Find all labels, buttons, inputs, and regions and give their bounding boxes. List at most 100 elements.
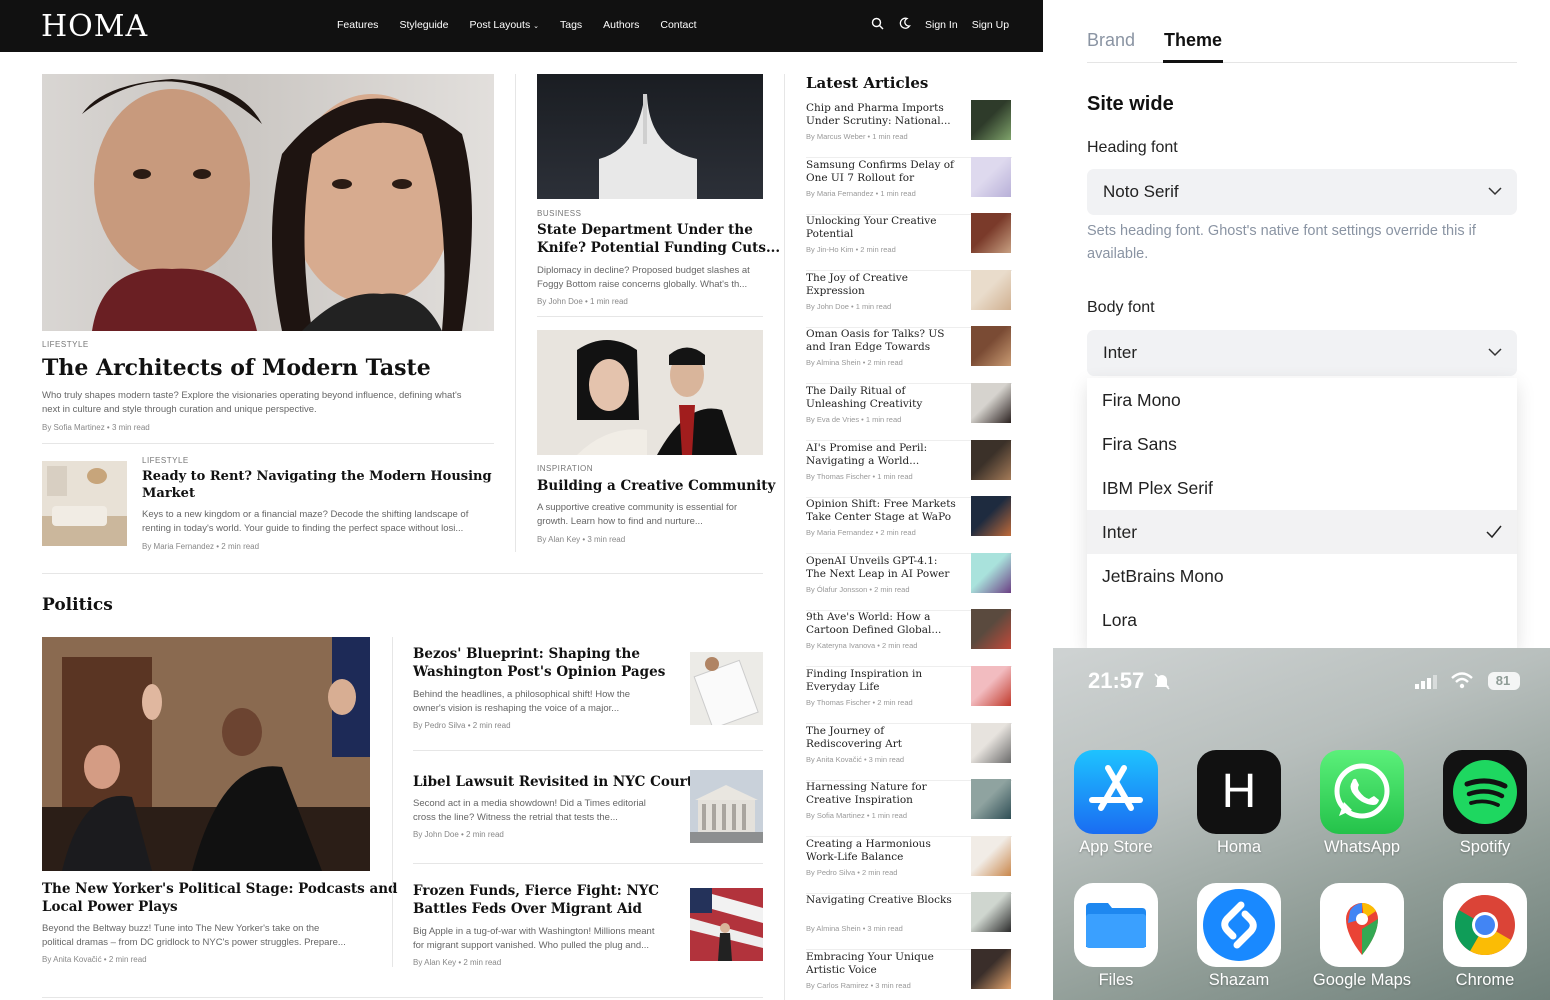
nav-features[interactable]: Features (337, 19, 378, 31)
latest-article-thumbnail[interactable] (971, 496, 1011, 537)
rent-image[interactable] (42, 461, 127, 546)
site-logo[interactable]: HOMA (41, 9, 148, 44)
latest-article-title[interactable]: Chip and Pharma Imports Under Scrutiny: … (806, 102, 956, 128)
latest-article-item[interactable]: 9th Ave's World: How a Cartoon Defined G… (806, 609, 1012, 668)
latest-article-item[interactable]: Embracing Your Unique Artistic Voice By C… (806, 949, 1012, 1000)
creative-image[interactable] (537, 330, 763, 455)
google-maps-icon[interactable] (1320, 883, 1404, 967)
latest-article-thumbnail[interactable] (971, 100, 1011, 140)
latest-article-title[interactable]: AI's Promise and Peril: Navigating a Wor… (806, 442, 956, 468)
hero-tag[interactable]: LIFESTYLE (42, 340, 89, 349)
tab-theme[interactable]: Theme (1164, 30, 1222, 51)
latest-article-thumbnail[interactable] (971, 326, 1011, 367)
latest-article-title[interactable]: OpenAI Unveils GPT-4.1: The Next Leap in… (806, 555, 956, 581)
state-tag[interactable]: BUSINESS (537, 209, 581, 218)
politics-item-title[interactable]: Battles Feds Over Migrant Aid (413, 901, 642, 917)
state-image[interactable] (537, 74, 763, 199)
latest-article-thumbnail[interactable] (971, 439, 1011, 480)
chrome-icon[interactable] (1443, 883, 1527, 967)
latest-article-thumbnail[interactable] (971, 213, 1011, 254)
sign-in-link[interactable]: Sign In (925, 19, 958, 31)
politics-feature-title-1[interactable]: The New Yorker's Political Stage: Podcas… (42, 881, 397, 897)
latest-article-item[interactable]: Harnessing Nature for Creative Inspirati… (806, 779, 1012, 838)
latest-article-item[interactable]: AI's Promise and Peril: Navigating a Wor… (806, 439, 1012, 498)
spotify-icon[interactable] (1443, 750, 1527, 834)
search-icon[interactable] (871, 17, 884, 33)
latest-article-title[interactable]: The Joy of Creative Expression (806, 272, 956, 298)
creative-title[interactable]: Building a Creative Community (537, 478, 775, 494)
font-option[interactable]: IBM Plex Serif (1087, 466, 1517, 510)
politics-feature-title-2[interactable]: Local Power Plays (42, 899, 178, 915)
state-title-2[interactable]: Knife? Potential Funding Cuts... (537, 240, 780, 256)
app-store-icon[interactable] (1074, 750, 1158, 834)
latest-article-item[interactable]: Chip and Pharma Imports Under Scrutiny: … (806, 100, 1012, 158)
homa-app-icon[interactable]: H (1197, 750, 1281, 834)
whatsapp-icon[interactable] (1320, 750, 1404, 834)
latest-article-title[interactable]: Opinion Shift: Free Markets Take Center … (806, 498, 956, 524)
politics-heading[interactable]: Politics (42, 595, 113, 615)
politics-item-image[interactable] (690, 652, 763, 725)
font-option-selected[interactable]: Inter (1087, 510, 1517, 554)
font-option[interactable]: Fira Sans (1087, 422, 1517, 466)
nav-contact[interactable]: Contact (660, 19, 696, 31)
nav-post-layouts[interactable]: Post Layouts ⌄ (469, 19, 539, 31)
latest-article-thumbnail[interactable] (971, 722, 1011, 763)
latest-article-thumbnail[interactable] (971, 156, 1011, 197)
politics-item-title[interactable]: Libel Lawsuit Revisited in NYC Court (413, 774, 693, 790)
latest-article-thumbnail[interactable] (971, 666, 1011, 706)
font-option[interactable]: JetBrains Mono (1087, 554, 1517, 598)
latest-article-item[interactable]: Opinion Shift: Free Markets Take Center … (806, 496, 1012, 555)
latest-article-title[interactable]: Unlocking Your Creative Potential (806, 215, 956, 241)
politics-item-title[interactable]: Bezos' Blueprint: Shaping the (413, 646, 640, 662)
latest-article-item[interactable]: Creating a Harmonious Work-Life Balance B… (806, 835, 1012, 894)
latest-article-title[interactable]: Oman Oasis for Talks? US and Iran Edge T… (806, 328, 956, 355)
latest-article-thumbnail[interactable] (971, 892, 1011, 933)
sign-up-link[interactable]: Sign Up (972, 19, 1009, 31)
latest-article-thumbnail[interactable] (971, 269, 1011, 310)
shazam-icon[interactable] (1197, 883, 1281, 967)
state-title-1[interactable]: State Department Under the (537, 222, 753, 238)
politics-item-title[interactable]: Frozen Funds, Fierce Fight: NYC (413, 883, 659, 899)
latest-article-thumbnail[interactable] (971, 609, 1011, 650)
latest-article-item[interactable]: Samsung Confirms Delay of One UI 7 Rollo… (806, 156, 1012, 215)
latest-article-thumbnail[interactable] (971, 779, 1011, 820)
latest-article-title[interactable]: The Journey of Rediscovering Art (806, 725, 956, 751)
creative-tag[interactable]: INSPIRATION (537, 464, 593, 473)
latest-article-thumbnail[interactable] (971, 383, 1011, 423)
nav-tags[interactable]: Tags (560, 19, 582, 31)
latest-article-thumbnail[interactable] (971, 835, 1011, 876)
nav-styleguide[interactable]: Styleguide (399, 19, 448, 31)
latest-article-title[interactable]: Navigating Creative Blocks (806, 894, 956, 907)
latest-article-title[interactable]: 9th Ave's World: How a Cartoon Defined G… (806, 611, 956, 637)
latest-article-item[interactable]: Navigating Creative Blocks By Almina Shei… (806, 892, 1012, 951)
latest-article-item[interactable]: The Journey of Rediscovering Art By Anita… (806, 722, 1012, 781)
politics-item-title[interactable]: Washington Post's Opinion Pages (413, 664, 665, 680)
latest-article-title[interactable]: Finding Inspiration in Everyday Life (806, 668, 956, 694)
politics-item-image[interactable] (690, 770, 763, 843)
latest-article-item[interactable]: Finding Inspiration in Everyday Life By T… (806, 666, 1012, 724)
latest-article-title[interactable]: Samsung Confirms Delay of One UI 7 Rollo… (806, 159, 956, 186)
latest-article-item[interactable]: Oman Oasis for Talks? US and Iran Edge T… (806, 326, 1012, 385)
latest-article-thumbnail[interactable] (971, 552, 1011, 593)
files-icon[interactable] (1074, 883, 1158, 967)
font-option[interactable]: Lora (1087, 598, 1517, 642)
politics-item-image[interactable] (690, 888, 763, 961)
moon-icon[interactable] (898, 17, 911, 33)
rent-tag[interactable]: LIFESTYLE (142, 456, 189, 465)
latest-article-item[interactable]: The Daily Ritual of Unleashing Creativit… (806, 383, 1012, 441)
latest-article-item[interactable]: The Joy of Creative Expression By John Do… (806, 269, 1012, 328)
rent-title-1[interactable]: Ready to Rent? Navigating the Modern Hou… (142, 469, 492, 484)
hero-title[interactable]: The Architects of Modern Taste (42, 355, 431, 381)
nav-authors[interactable]: Authors (603, 19, 639, 31)
latest-article-title[interactable]: The Daily Ritual of Unleashing Creativit… (806, 385, 956, 411)
font-option[interactable]: Fira Mono (1087, 378, 1517, 422)
latest-article-item[interactable]: Unlocking Your Creative Potential By Jin-… (806, 213, 1012, 272)
politics-feature-image[interactable] (42, 637, 370, 871)
body-font-select[interactable]: Inter (1087, 330, 1517, 376)
latest-article-item[interactable]: OpenAI Unveils GPT-4.1: The Next Leap in… (806, 552, 1012, 611)
latest-article-title[interactable]: Harnessing Nature for Creative Inspirati… (806, 781, 956, 807)
heading-font-select[interactable]: Noto Serif (1087, 169, 1517, 215)
tab-brand[interactable]: Brand (1087, 30, 1135, 51)
hero-image[interactable] (42, 74, 494, 331)
rent-title-2[interactable]: Market (142, 486, 195, 501)
